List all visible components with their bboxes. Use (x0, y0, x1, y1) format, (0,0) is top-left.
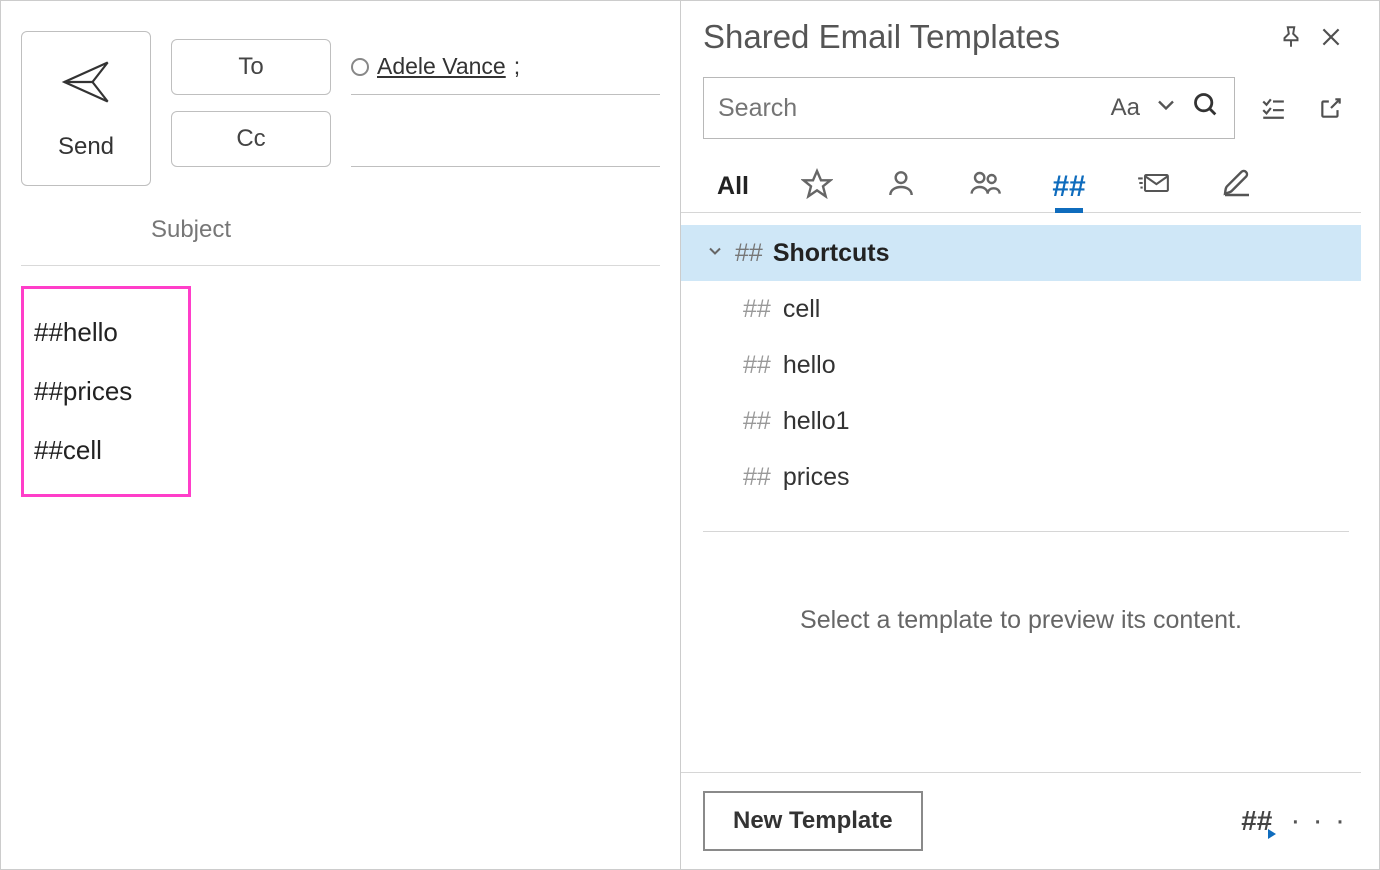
compose-pane: Send To Adele Vance; Cc Subject (1, 1, 681, 869)
group-shortcuts[interactable]: ## Shortcuts (681, 225, 1361, 281)
cc-row: Cc (171, 103, 660, 175)
to-button[interactable]: To (171, 39, 331, 95)
group-name: Shortcuts (773, 239, 890, 268)
templates-title: Shared Email Templates (703, 18, 1271, 56)
search-input[interactable] (718, 94, 1111, 123)
templates-pane: Shared Email Templates Aa (681, 1, 1379, 869)
send-label: Send (58, 133, 114, 161)
person-icon (885, 167, 917, 206)
recipient-chip[interactable]: Adele Vance (377, 53, 506, 80)
template-name: hello1 (783, 407, 850, 436)
subject-label: Subject (21, 216, 361, 244)
template-item[interactable]: ## prices (681, 449, 1361, 505)
hash-icon: ## (735, 239, 763, 268)
search-box: Aa (703, 77, 1235, 139)
hash-icon: ## (743, 295, 771, 324)
tab-shortcuts[interactable]: ## (1047, 161, 1091, 212)
tab-favorites[interactable] (795, 161, 839, 212)
new-template-button[interactable]: New Template (703, 791, 923, 851)
search-controls: Aa (1111, 91, 1220, 126)
to-input-line[interactable]: Adele Vance; (351, 39, 660, 95)
send-icon (60, 56, 112, 115)
search-row: Aa (681, 67, 1361, 139)
templates-footer: New Template ## · · · (681, 772, 1361, 869)
app-root: Send To Adele Vance; Cc Subject (0, 0, 1380, 870)
body-shortcut: ##prices (34, 362, 178, 421)
templates-header: Shared Email Templates (681, 11, 1361, 67)
pencil-icon (1221, 167, 1253, 206)
people-icon (969, 167, 1001, 206)
search-icon[interactable] (1192, 91, 1220, 126)
insert-shortcut-button[interactable]: ## (1241, 805, 1272, 837)
template-item[interactable]: ## hello1 (681, 393, 1361, 449)
presence-icon (351, 58, 369, 76)
send-button[interactable]: Send (21, 31, 151, 186)
body-shortcut: ##hello (34, 303, 178, 362)
hash-icon: ## (1052, 170, 1085, 204)
manage-button[interactable] (1253, 88, 1293, 128)
template-item[interactable]: ## hello (681, 337, 1361, 393)
hash-icon: ## (743, 463, 771, 492)
tab-team[interactable] (963, 161, 1007, 212)
template-name: hello (783, 351, 836, 380)
cc-button[interactable]: Cc (171, 111, 331, 167)
body-shortcut: ##cell (34, 421, 178, 480)
chevron-down-icon[interactable] (1152, 91, 1180, 126)
tab-personal[interactable] (879, 161, 923, 212)
pin-button[interactable] (1271, 17, 1311, 57)
template-name: prices (783, 463, 850, 492)
close-button[interactable] (1311, 17, 1351, 57)
preview-placeholder: Select a template to preview its content… (681, 532, 1361, 675)
cc-input-line[interactable] (351, 111, 660, 167)
template-name: cell (783, 295, 821, 324)
template-item[interactable]: ## cell (681, 281, 1361, 337)
tab-all[interactable]: All (711, 161, 755, 212)
hash-icon: ## (743, 351, 771, 380)
address-fields: To Adele Vance; Cc (171, 31, 660, 186)
chevron-down-icon (705, 239, 725, 268)
more-button[interactable]: · · · (1290, 804, 1347, 838)
mail-send-icon (1137, 167, 1169, 206)
compose-body[interactable]: ##hello ##prices ##cell (21, 266, 660, 497)
highlight-box: ##hello ##prices ##cell (21, 286, 191, 497)
tab-mail[interactable] (1131, 161, 1175, 212)
to-row: To Adele Vance; (171, 31, 660, 103)
open-external-button[interactable] (1311, 88, 1351, 128)
match-case-button[interactable]: Aa (1111, 94, 1140, 122)
compose-top: Send To Adele Vance; Cc (21, 31, 660, 186)
template-list: ## Shortcuts ## cell ## hello ## hello1 … (681, 213, 1361, 532)
tab-bar: All ## (681, 139, 1361, 213)
star-icon (801, 167, 833, 206)
tab-edit[interactable] (1215, 161, 1259, 212)
hash-icon: ## (743, 407, 771, 436)
recipient-suffix: ; (514, 53, 520, 80)
subject-row[interactable]: Subject (21, 194, 660, 266)
